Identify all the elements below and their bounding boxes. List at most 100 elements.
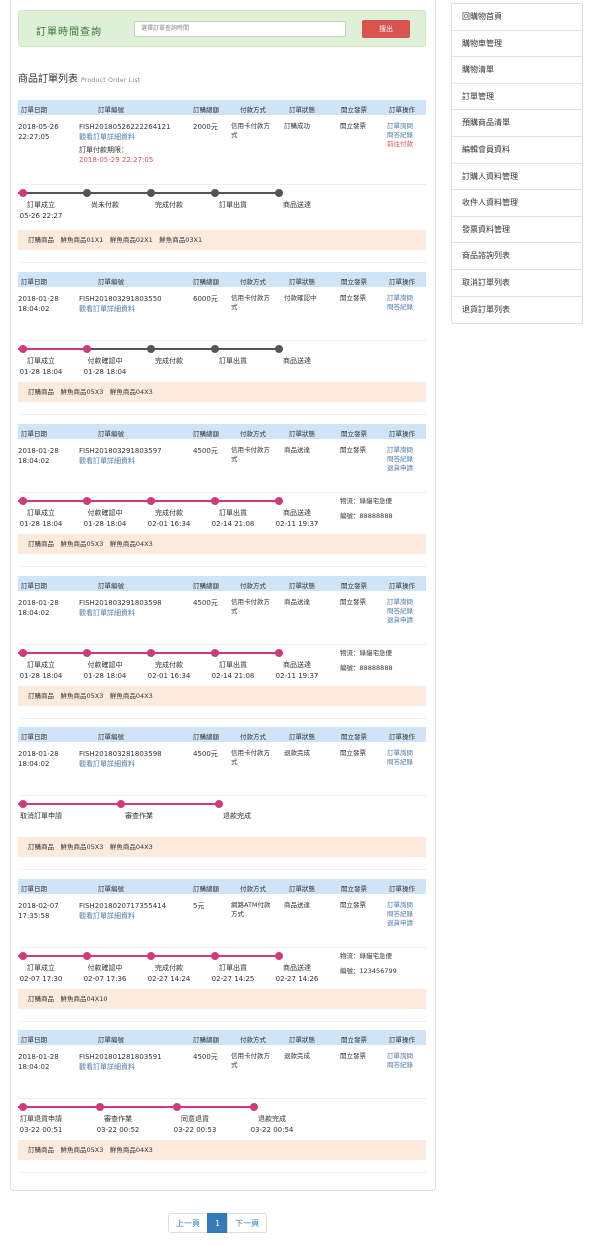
timeline-node [147,497,155,505]
order-action-link[interactable]: 問答紀錄 [387,455,413,464]
timeline-step-label: 訂單退貨申請 [20,1115,62,1123]
order-detail-link[interactable]: 觀看訂單詳細資料 [79,608,162,618]
header-cell: 訂單操作 [389,733,415,741]
sidebar-item-product-inquiries[interactable]: 商品諮詢列表 [452,243,582,270]
header-cell: 開立發票 [341,885,367,893]
sidebar-item-buyer-info[interactable]: 訂購人資料管理 [452,164,582,191]
timeline-step-time: 02-11 19:37 [275,672,319,680]
timeline-node [211,649,219,657]
order-detail-link[interactable]: 觀看訂單詳細資料 [79,911,166,921]
order-detail-link[interactable]: 觀看訂單詳細資料 [79,456,162,466]
order-action-link[interactable]: 訂單詢問 [387,294,413,303]
tracking-number[interactable]: 編號：88888888 [340,661,393,676]
order-table-header: 訂單日期 訂單編號 訂購總額 付款方式 訂單狀態 開立發票 訂單操作 [18,424,426,439]
page-title-text: 商品訂單列表 [18,74,78,85]
pagination-page-current[interactable]: 1 [207,1213,229,1233]
order-total: 4500元 [193,750,218,758]
order-action-link[interactable]: 訂單詢問 [387,1052,413,1061]
order-action-link[interactable]: 訂單詢問 [387,446,413,455]
header-cell: 訂購總額 [193,430,219,438]
order-detail-link[interactable]: 觀看訂單詳細資料 [79,132,171,142]
header-cell: 開立發票 [341,278,367,286]
order-card: 訂單日期 訂單編號 訂購總額 付款方式 訂單狀態 開立發票 訂單操作 2018-01-28 1… [18,272,426,415]
timeline-step-time: 01-28 18:04 [19,520,63,528]
order-items-summary: 訂購商品 鮮魚商品05X3 鮮魚商品04X3 [18,686,426,706]
order-action-link[interactable]: 問答紀錄 [387,758,413,767]
order-action-link[interactable]: 訂單詢問 [387,901,413,910]
order-action-link[interactable]: 問答紀錄 [387,607,413,616]
search-date-input[interactable]: 選擇訂單查詢時間 [134,21,346,37]
order-action-link[interactable]: 退貨申請 [387,464,413,473]
order-table-header: 訂單日期 訂單編號 訂購總額 付款方式 訂單狀態 開立發票 訂單操作 [18,100,426,115]
timeline-step-time: 02-27 14:26 [275,975,319,983]
timeline-step-label: 訂單出貨 [219,201,247,209]
order-action-link[interactable]: 前往付款 [387,140,413,149]
order-action-link[interactable]: 訂單詢問 [387,749,413,758]
timeline-step-label: 商品送達 [283,201,311,209]
order-card: 訂單日期 訂單編號 訂購總額 付款方式 訂單狀態 開立發票 訂單操作 2018-05-26 2… [18,100,426,263]
order-action-link[interactable]: 退貨申請 [387,616,413,625]
sidebar-item-home[interactable]: 回購物首頁 [452,4,582,31]
order-action-link[interactable]: 問答紀錄 [387,910,413,919]
order-total: 5元 [193,902,205,910]
timeline-node [211,189,219,197]
row-divider [18,492,426,493]
order-action-link[interactable]: 訂單詢問 [387,122,413,131]
tracking-number[interactable]: 編號：123456799 [340,964,397,979]
sidebar-item-edit-member[interactable]: 編輯會員資料 [452,137,582,164]
order-detail-link[interactable]: 觀看訂單詳細資料 [79,304,162,314]
sidebar-item-shopping-list[interactable]: 購物清單 [452,57,582,84]
sidebar-item-recipient-info[interactable]: 收件人資料管理 [452,190,582,217]
row-divider [18,947,426,948]
order-action-link[interactable]: 問答紀錄 [387,131,413,140]
order-number-text: FISH2018020717355414 [79,902,167,910]
order-actions: 訂單詢問 問答紀錄 退貨申請 [387,598,413,625]
timeline-segment [215,652,279,654]
sidebar-item-invoice-info[interactable]: 發票資料管理 [452,217,582,244]
header-cell: 開立發票 [341,582,367,590]
header-cell: 付款方式 [240,1036,266,1044]
search-title: 訂單時間查詢 [36,27,102,38]
timeline-step-time: 03-22 00:54 [250,1126,294,1134]
order-number-text: FISH20180526222264121 [79,123,171,131]
order-date: 2018-01-28 18:04:02 [18,599,59,617]
order-card: 訂單日期 訂單編號 訂購總額 付款方式 訂單狀態 開立發票 訂單操作 2018-01-28 1… [18,424,426,567]
sidebar-item-orders[interactable]: 訂單管理 [452,84,582,111]
order-detail-link[interactable]: 觀看訂單詳細資料 [79,1062,162,1072]
order-table-header: 訂單日期 訂單編號 訂購總額 付款方式 訂單狀態 開立發票 訂單操作 [18,879,426,894]
order-detail-link[interactable]: 觀看訂單詳細資料 [79,759,162,769]
order-actions: 訂單詢問 問答紀錄 前往付款 [387,122,413,149]
pagination-prev[interactable]: 上一頁 [168,1213,208,1233]
timeline-node [147,649,155,657]
sidebar-item-returned-orders[interactable]: 退貨訂單列表 [452,297,582,324]
order-action-link[interactable]: 訂單詢問 [387,598,413,607]
sidebar-item-cancelled-orders[interactable]: 取消訂單列表 [452,270,582,297]
header-cell: 訂單日期 [21,106,47,114]
header-cell: 訂單編號 [98,885,124,893]
row-divider [18,1098,426,1099]
header-cell: 訂單日期 [21,1036,47,1044]
sidebar-item-cart[interactable]: 購物車管理 [452,31,582,58]
order-action-link[interactable]: 問答紀錄 [387,303,413,312]
search-button[interactable]: 搜出 [362,20,410,38]
timeline-step-time: 05-26 22:27 [19,212,63,220]
header-cell: 付款方式 [240,885,266,893]
timeline-step-time: 02-07 17:30 [19,975,63,983]
tracking-number[interactable]: 編號：88888888 [340,509,393,524]
timeline-step-label: 付款確認中 [87,661,123,669]
pagination-next[interactable]: 下一頁 [227,1213,268,1233]
sidebar-item-preorders[interactable]: 預購商品清單 [452,110,582,137]
timeline-node [147,345,155,353]
timeline-step-time: 01-28 18:04 [19,368,63,376]
header-cell: 訂單狀態 [289,106,315,114]
invoice-status: 開立發票 [340,294,366,302]
timeline-node [147,189,155,197]
header-cell: 付款方式 [240,582,266,590]
order-action-link[interactable]: 退貨申請 [387,919,413,928]
order-action-link[interactable]: 問答紀錄 [387,1061,413,1070]
timeline-step-label: 審查作業 [125,812,153,820]
order-date: 2018-05-26 22:27:05 [18,123,59,141]
timeline-segment [215,348,279,350]
timeline-step-label: 訂單成立 [27,201,55,209]
order-actions: 訂單詢問 問答紀錄 退貨申請 [387,901,413,928]
